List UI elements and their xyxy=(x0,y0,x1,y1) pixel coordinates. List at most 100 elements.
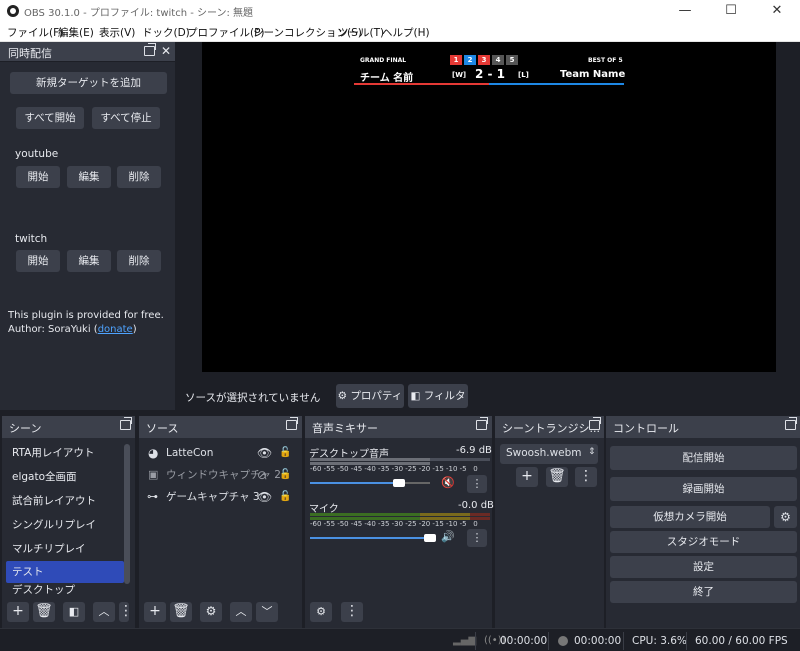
meter-tick-label: -40 xyxy=(364,520,376,528)
stop-all-button[interactable]: すべて停止 xyxy=(92,107,160,129)
transitions-title: シーントランジシ... xyxy=(502,422,600,435)
source-item[interactable]: ◕ LatteCon 👁 🔓 xyxy=(139,442,299,464)
menu-file[interactable]: ファイル(F) xyxy=(7,25,63,40)
lock-icon[interactable]: 🔓 xyxy=(279,464,291,486)
remove-transition-button[interactable]: 🗑 xyxy=(546,467,568,487)
move-up-button[interactable]: ︿ xyxy=(93,602,115,622)
undock-icon[interactable] xyxy=(589,417,601,430)
scene-item[interactable]: 試合前レイアウト xyxy=(6,490,124,512)
scene-item[interactable]: デスクトップ xyxy=(6,583,124,597)
channel-menu-button[interactable]: ⋮ xyxy=(467,529,487,547)
undock-icon[interactable] xyxy=(144,43,156,56)
close-icon[interactable]: ✕ xyxy=(161,44,171,58)
desktop-volume-fill xyxy=(310,482,405,484)
eye-icon[interactable]: 👁 xyxy=(257,442,272,464)
maximize-button[interactable]: ☐ xyxy=(708,0,754,22)
menu-help[interactable]: ヘルプ(H) xyxy=(382,25,430,40)
minimize-button[interactable]: — xyxy=(662,0,708,22)
menu-edit[interactable]: 編集(E) xyxy=(58,25,94,40)
scene-item[interactable]: シングルリプレイ xyxy=(6,514,124,536)
preview-canvas[interactable]: GRAND FINAL 1 2 3 4 5 BEST OF 5 チーム 名前 [… xyxy=(202,42,776,372)
gear-icon: ⚙ xyxy=(337,390,351,402)
mic-volume-slider[interactable] xyxy=(424,534,436,542)
advanced-audio-button[interactable]: ⚙ xyxy=(310,602,332,622)
fps-readout: 60.00 / 60.00 FPS xyxy=(695,635,788,647)
youtube-edit-button[interactable]: 編集 xyxy=(67,166,111,188)
donate-link[interactable]: donate xyxy=(98,324,133,335)
window-title: OBS 30.1.0 - プロファイル: twitch - シーン: 無題 xyxy=(24,8,254,19)
stream-time: 00:00:00 xyxy=(500,635,548,647)
lock-icon[interactable]: 🔓 xyxy=(279,486,291,508)
sources-panel: ソース ◕ LatteCon 👁 🔓 ▣ ウィンドウキャプチャ 2 ⊘ 🔓 ⊶ … xyxy=(139,416,302,628)
add-source-button[interactable]: + xyxy=(144,602,166,622)
filter-icon: ◧ xyxy=(410,390,424,402)
source-item[interactable]: ▣ ウィンドウキャプチャ 2 ⊘ 🔓 xyxy=(139,464,299,486)
settings-button[interactable]: 設定 xyxy=(610,556,797,578)
scene-item-selected[interactable]: テスト xyxy=(6,561,124,583)
eye-icon[interactable]: 👁 xyxy=(257,486,272,508)
add-scene-button[interactable]: + xyxy=(7,602,29,622)
status-divider xyxy=(623,632,624,650)
meter-tick-label: -45 xyxy=(350,465,363,473)
move-down-button[interactable]: ﹀ xyxy=(256,602,278,622)
twitch-edit-button[interactable]: 編集 xyxy=(67,250,111,272)
studio-mode-button[interactable]: スタジオモード xyxy=(610,531,797,553)
source-properties-button[interactable]: ⚙ xyxy=(200,602,222,622)
start-virtual-camera-button[interactable]: 仮想カメラ開始 xyxy=(610,506,770,528)
remove-source-button[interactable]: 🗑 xyxy=(170,602,192,622)
meter-tick-label: -10 xyxy=(446,520,458,528)
twitch-start-button[interactable]: 開始 xyxy=(16,250,60,272)
undock-icon[interactable] xyxy=(785,417,797,430)
twitch-delete-button[interactable]: 削除 xyxy=(117,250,161,272)
transitions-panel: シーントランジシ... Swoosh.webm ⇕ + 🗑 ⋮ xyxy=(495,416,604,628)
youtube-delete-button[interactable]: 削除 xyxy=(117,166,161,188)
filters-button[interactable]: ◧ フィルタ xyxy=(408,384,468,408)
more-icon[interactable]: ⋮ xyxy=(119,602,133,622)
transition-properties-button[interactable]: ⋮ xyxy=(575,467,597,487)
scene-item[interactable]: elgato全画面 xyxy=(6,466,124,488)
muted-speaker-icon[interactable]: 🔇 xyxy=(441,476,455,489)
meter-tick-label: -30 xyxy=(391,520,404,528)
team-right-tag: [L] xyxy=(518,71,529,79)
menu-view[interactable]: 表示(V) xyxy=(99,25,135,40)
meter-tick-label: -40 xyxy=(364,465,376,473)
scene-item[interactable]: RTA用レイアウト xyxy=(6,442,124,464)
status-divider xyxy=(548,632,549,650)
meter-tick-label: -25 xyxy=(405,520,417,528)
start-all-button[interactable]: すべて開始 xyxy=(16,107,84,129)
properties-button[interactable]: ⚙ プロパティ xyxy=(336,384,404,408)
source-item[interactable]: ⊶ ゲームキャプチャ 3 👁 🔓 xyxy=(139,486,299,508)
meter-tick-label: -20 xyxy=(418,520,431,528)
transitions-header: シーントランジシ... xyxy=(495,416,604,438)
cpu-usage: CPU: 3.6% xyxy=(632,635,687,647)
remove-scene-button[interactable]: 🗑 xyxy=(33,602,55,622)
channel-menu-button[interactable]: ⋮ xyxy=(467,475,487,493)
speaker-icon[interactable]: 🔊 xyxy=(441,530,455,543)
undock-icon[interactable] xyxy=(120,417,132,430)
mic-meter-red xyxy=(470,513,490,516)
add-transition-button[interactable]: + xyxy=(516,467,538,487)
exit-button[interactable]: 終了 xyxy=(610,581,797,603)
scene-item[interactable]: マルチリプレイ xyxy=(6,538,124,560)
virtual-camera-settings-gear-icon[interactable]: ⚙ xyxy=(774,506,797,528)
eye-hidden-icon[interactable]: ⊘ xyxy=(257,464,267,486)
start-streaming-button[interactable]: 配信開始 xyxy=(610,446,797,470)
start-recording-button[interactable]: 録画開始 xyxy=(610,477,797,501)
transition-select[interactable]: Swoosh.webm ⇕ xyxy=(500,444,598,464)
scenes-scrollbar[interactable] xyxy=(124,444,130,584)
scoreboard-overlay: GRAND FINAL 1 2 3 4 5 BEST OF 5 チーム 名前 [… xyxy=(354,53,625,85)
menu-docks[interactable]: ドック(D) xyxy=(142,25,190,40)
move-up-button[interactable]: ︿ xyxy=(230,602,252,622)
scene-filters-button[interactable]: ◧ xyxy=(63,602,85,622)
lock-icon[interactable]: 🔓 xyxy=(279,442,291,464)
add-target-button[interactable]: 新規ターゲットを追加 xyxy=(10,72,167,94)
youtube-start-button[interactable]: 開始 xyxy=(16,166,60,188)
more-icon[interactable]: ⋮ xyxy=(341,602,363,622)
record-status-icon xyxy=(558,636,568,646)
desktop-volume-slider[interactable] xyxy=(393,479,405,487)
undock-icon[interactable] xyxy=(286,417,298,430)
signal-bars-icon: ▂▄▆ xyxy=(453,635,477,646)
close-button[interactable]: ✕ xyxy=(754,0,800,22)
menu-tools[interactable]: ツール(T) xyxy=(338,25,384,40)
undock-icon[interactable] xyxy=(476,417,488,430)
